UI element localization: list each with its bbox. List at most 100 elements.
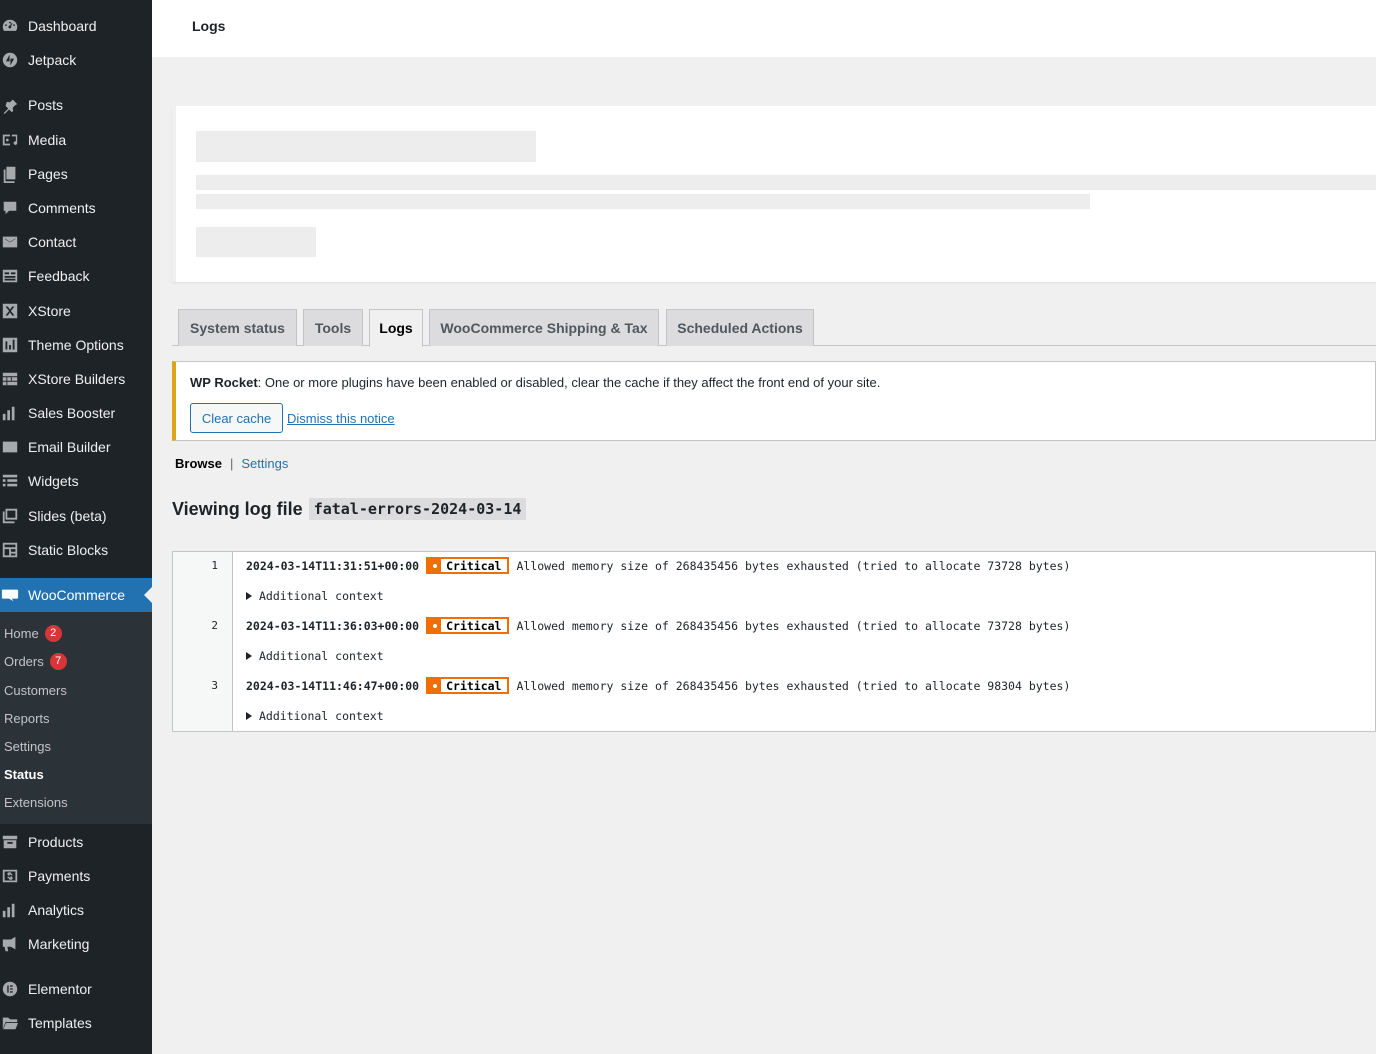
line-number[interactable]: 3: [188, 679, 218, 692]
submenu-item-extensions[interactable]: Extensions: [4, 788, 68, 816]
submenu-item-reports[interactable]: Reports: [4, 704, 50, 732]
jetpack-icon: [1, 51, 19, 69]
sidebar-item-xstore[interactable]: XStore: [0, 294, 152, 328]
log-entry: 2024-03-14T11:46:47+00:00 Critical Allow…: [246, 677, 1070, 694]
line-number[interactable]: 2: [188, 619, 218, 632]
sidebar-item-comments[interactable]: Comments: [0, 191, 152, 225]
sidebar-item-label: Contact: [28, 234, 77, 250]
submenu-item-orders[interactable]: Orders 7: [4, 647, 67, 675]
subnav-settings-link[interactable]: Settings: [241, 456, 288, 471]
sidebar-item-jetpack[interactable]: Jetpack: [0, 43, 152, 77]
severity-badge: Critical: [426, 677, 510, 694]
tab-shipping-tax[interactable]: WooCommerce Shipping & Tax: [429, 309, 659, 346]
sidebar-item-woocommerce[interactable]: WooCommerce: [0, 578, 152, 612]
skeleton-title: [196, 131, 536, 162]
sidebar-item-sales-booster[interactable]: Sales Booster: [0, 396, 152, 430]
media-icon: [1, 131, 19, 149]
notification-badge: 7: [49, 652, 67, 670]
severity-label: Critical: [446, 558, 502, 573]
dismiss-notice-link[interactable]: Dismiss this notice: [287, 411, 395, 426]
sidebar-item-label: Elementor: [28, 981, 92, 997]
severity-label: Critical: [446, 678, 502, 693]
sidebar-item-static-blocks[interactable]: Static Blocks: [0, 533, 152, 567]
sidebar-item-label: Products: [28, 834, 84, 850]
sidebar-item-label: Widgets: [28, 473, 79, 489]
sidebar-item-label: Sales Booster: [28, 405, 116, 421]
skeleton-line: [196, 175, 1376, 190]
dashboard-icon: [1, 17, 19, 35]
logs-subnav: Browse | Settings: [175, 456, 288, 471]
sidebar-item-label: Posts: [28, 97, 64, 113]
severity-dot-icon: [428, 559, 442, 572]
viewing-label: Viewing log file: [172, 498, 303, 519]
sidebar-item-media[interactable]: Media: [0, 123, 152, 157]
sidebar-item-slides[interactable]: Slides (beta): [0, 499, 152, 533]
page-header: Logs: [152, 0, 1376, 57]
feedback-icon: [1, 267, 19, 285]
admin-sidebar: Dashboard Jetpack Posts Media Pages Comm…: [0, 0, 152, 1054]
disclosure-triangle-icon: [246, 592, 252, 600]
log-viewer: 1 2 3 2024-03-14T11:31:51+00:00 Critical…: [172, 551, 1376, 732]
megaphone-icon: [1, 935, 19, 953]
log-file-heading: Viewing log file fatal-errors-2024-03-14: [172, 498, 527, 520]
sidebar-item-label: Pages: [28, 166, 68, 182]
bar-chart-icon: [1, 901, 19, 919]
dollar-icon: [1, 867, 19, 885]
tab-system-status[interactable]: System status: [178, 309, 297, 346]
skeleton-line: [196, 194, 1090, 209]
skeleton-button: [196, 227, 316, 257]
notification-badge: 2: [44, 624, 62, 642]
additional-context-toggle[interactable]: Additional context: [246, 649, 384, 663]
log-timestamp: 2024-03-14T11:46:47+00:00: [246, 678, 420, 693]
log-filename: fatal-errors-2024-03-14: [308, 498, 527, 520]
line-number[interactable]: 1: [188, 559, 218, 572]
submenu-item-status[interactable]: Status: [4, 760, 44, 788]
sidebar-item-theme-options[interactable]: Theme Options: [0, 328, 152, 362]
sidebar-item-products[interactable]: Products: [0, 825, 152, 859]
additional-context-toggle[interactable]: Additional context: [246, 709, 384, 723]
sidebar-item-label: Templates: [28, 1015, 92, 1031]
log-timestamp: 2024-03-14T11:36:03+00:00: [246, 618, 420, 633]
tab-logs[interactable]: Logs: [369, 309, 423, 347]
pin-icon: [1, 96, 19, 114]
submenu-item-home[interactable]: Home 2: [4, 619, 62, 647]
sidebar-item-feedback[interactable]: Feedback: [0, 259, 152, 293]
submenu-item-customers[interactable]: Customers: [4, 676, 67, 704]
sidebar-item-payments[interactable]: Payments: [0, 859, 152, 893]
slides-icon: [1, 507, 19, 525]
sidebar-item-label: Email Builder: [28, 439, 111, 455]
sidebar-item-label: Dashboard: [28, 18, 97, 34]
sidebar-item-email-builder[interactable]: Email Builder: [0, 430, 152, 464]
envelope-icon: [1, 233, 19, 251]
additional-context-toggle[interactable]: Additional context: [246, 589, 384, 603]
log-entry: 2024-03-14T11:36:03+00:00 Critical Allow…: [246, 617, 1070, 634]
theme-options-icon: [1, 336, 19, 354]
line-number-gutter: 1 2 3: [173, 552, 233, 731]
sidebar-item-widgets[interactable]: Widgets: [0, 464, 152, 498]
sidebar-item-dashboard[interactable]: Dashboard: [0, 9, 152, 43]
tab-scheduled-actions[interactable]: Scheduled Actions: [666, 309, 814, 346]
severity-dot-icon: [428, 679, 442, 692]
log-timestamp: 2024-03-14T11:31:51+00:00: [246, 558, 420, 573]
sidebar-item-posts[interactable]: Posts: [0, 88, 152, 122]
sidebar-item-elementor[interactable]: Elementor: [0, 972, 152, 1006]
sidebar-item-pages[interactable]: Pages: [0, 157, 152, 191]
sidebar-item-xstore-builders[interactable]: XStore Builders: [0, 362, 152, 396]
subnav-browse[interactable]: Browse: [175, 456, 222, 471]
builders-icon: [1, 370, 19, 388]
tab-tools[interactable]: Tools: [303, 309, 363, 346]
sidebar-item-marketing[interactable]: Marketing: [0, 927, 152, 961]
xstore-icon: [1, 302, 19, 320]
submenu-item-settings[interactable]: Settings: [4, 732, 51, 760]
notice-message: WP Rocket: One or more plugins have been…: [190, 375, 880, 390]
notice-plugin-name: WP Rocket: [190, 375, 258, 390]
log-message: Allowed memory size of 268435456 bytes e…: [516, 558, 1071, 573]
clear-cache-button[interactable]: Clear cache: [190, 403, 283, 433]
pages-icon: [1, 165, 19, 183]
disclosure-triangle-icon: [246, 652, 252, 660]
sidebar-item-label: WooCommerce: [28, 587, 125, 603]
sidebar-item-templates[interactable]: Templates: [0, 1006, 152, 1040]
sidebar-item-contact[interactable]: Contact: [0, 225, 152, 259]
disclosure-triangle-icon: [246, 712, 252, 720]
sidebar-item-analytics[interactable]: Analytics: [0, 893, 152, 927]
